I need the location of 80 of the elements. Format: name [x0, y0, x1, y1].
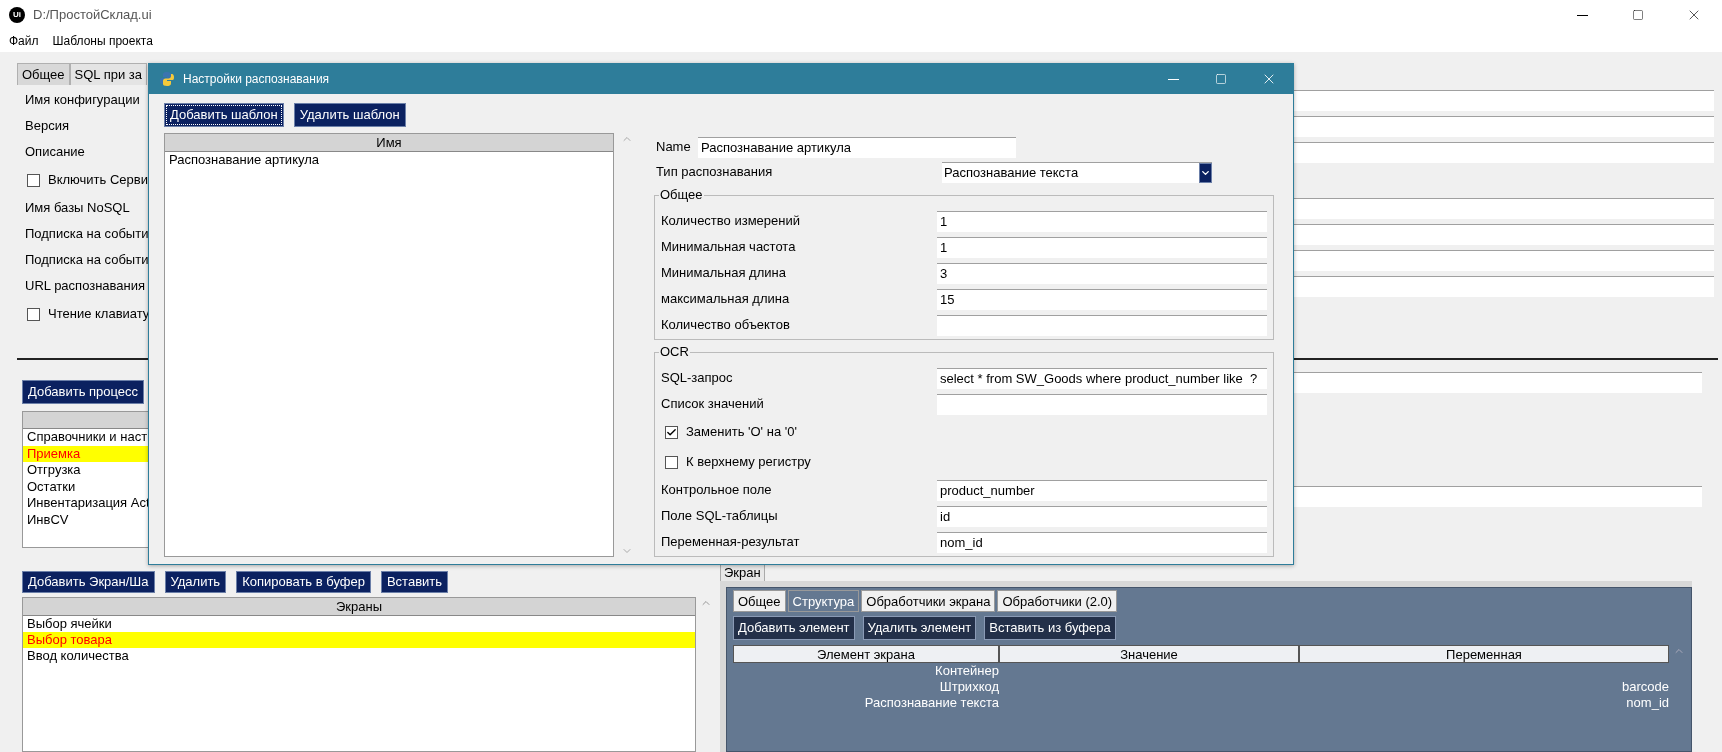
input-field[interactable]: 1 — [937, 210, 1267, 232]
checkbox-label: К верхнему регистру — [686, 453, 811, 472]
field-label: Минимальная частота — [661, 238, 797, 257]
field-label: Name — [656, 138, 692, 157]
field-label: Список значений — [661, 395, 765, 414]
field-label: Описание — [24, 143, 86, 162]
input-field[interactable]: 15 — [937, 288, 1267, 310]
maximize-icon — [1215, 73, 1227, 85]
screen-item[interactable]: Выбор ячейки — [23, 616, 695, 632]
input-field[interactable]: id — [937, 505, 1267, 527]
toolbar-button[interactable]: Добавить шаблон — [164, 103, 284, 127]
toolbar-button[interactable]: Вставить — [380, 571, 449, 593]
field-label: Подписка на событи — [24, 251, 150, 270]
column-header: Элемент экрана — [733, 645, 999, 663]
table-cell: nom_id — [1626, 695, 1669, 711]
column-header: Значение — [999, 645, 1299, 663]
column-header: Экраны — [23, 598, 695, 616]
field-label: максимальная длина — [661, 290, 791, 309]
add-process-button[interactable]: Добавить процесс — [22, 380, 145, 404]
snake-logo-icon — [159, 71, 175, 87]
toolbar-button[interactable]: Добавить элемент — [733, 616, 855, 640]
column-header: Имя — [165, 134, 613, 152]
toolbar-button[interactable]: Удалить шаблон — [293, 103, 406, 127]
field-label: Количество объектов — [661, 316, 791, 335]
input-field[interactable]: select * from SW_Goods where product_number like ? — [937, 367, 1267, 389]
tab[interactable]: Структура — [787, 590, 860, 612]
field-label: Поле SQL-таблицы — [661, 507, 779, 526]
field-label: Количество измерений — [661, 212, 801, 231]
minimize-icon — [1167, 78, 1179, 80]
field-label: Минимальная длина — [661, 264, 787, 283]
screen-item[interactable]: Выбор товара — [23, 632, 695, 648]
input-field[interactable] — [937, 314, 1267, 336]
checkbox-label: Включить Серви — [48, 171, 148, 190]
tab[interactable]: Обработчики экрана — [861, 590, 996, 612]
input-field[interactable]: 3 — [937, 262, 1267, 284]
checkbox[interactable] — [665, 455, 678, 469]
dropdown[interactable]: Распознавание текста — [942, 161, 1212, 183]
table-cell: Штрихкод — [939, 679, 999, 695]
field-label: Имя конфигурации — [24, 91, 141, 110]
checkbox-label: Заменить 'O' на '0' — [686, 423, 797, 442]
field-label: Версия — [24, 117, 70, 136]
input-field[interactable]: product_number — [937, 479, 1267, 501]
table-cell: barcode — [1622, 679, 1669, 695]
table-cell: Распознавание текста — [864, 695, 999, 711]
input-field[interactable]: nom_id — [937, 531, 1267, 553]
input-field[interactable]: 1 — [937, 236, 1267, 258]
column-header: Переменная — [1299, 645, 1669, 663]
toolbar-button[interactable]: Вставить из буфера — [984, 616, 1116, 640]
field-label: Переменная-результат — [661, 533, 801, 552]
field-label: SQL-запрос — [661, 369, 734, 388]
tab[interactable]: Обработчики (2.0) — [997, 590, 1118, 612]
checkbox-label: Чтение клавиату — [48, 305, 150, 324]
toolbar-button[interactable]: Удалить — [164, 571, 227, 593]
menu-item[interactable]: Шаблоны проекта — [52, 32, 153, 50]
maximize-icon — [1632, 9, 1644, 21]
template-item[interactable]: Распознавание артикула — [165, 152, 613, 168]
table-cell: Контейнер — [935, 663, 999, 679]
group-title: Общее — [659, 187, 704, 203]
toolbar-button[interactable]: Копировать в буфер — [236, 571, 371, 593]
toolbar-button[interactable]: Удалить элемент — [862, 616, 977, 640]
toolbar-button[interactable]: Добавить Экран/Ша — [22, 571, 155, 593]
dialog-title: Настройки распознавания — [183, 71, 330, 88]
window-title: D:/ПростойСклад.ui — [33, 6, 152, 25]
checkbox[interactable] — [27, 173, 40, 187]
field-label: URL распознавания — [24, 277, 147, 296]
tab[interactable]: SQL при за — [69, 63, 148, 85]
menu-item[interactable]: Файл — [9, 32, 39, 50]
screen-item[interactable]: Ввод количества — [23, 648, 695, 664]
app-logo: Ui — [9, 7, 25, 23]
input-field[interactable]: Распознавание артикула — [698, 136, 1016, 158]
field-label: Подписка на событи — [24, 225, 150, 244]
tab[interactable]: Общее — [733, 590, 786, 612]
checkbox[interactable] — [665, 425, 678, 439]
field-label: Имя базы NoSQL — [24, 199, 131, 218]
field-label: Контрольное поле — [661, 481, 773, 500]
input-field[interactable] — [937, 393, 1267, 415]
checkbox[interactable] — [27, 307, 40, 321]
field-label: Тип распознавания — [656, 163, 774, 182]
tab[interactable]: Общее — [17, 63, 70, 85]
minimize-icon — [1576, 14, 1588, 16]
